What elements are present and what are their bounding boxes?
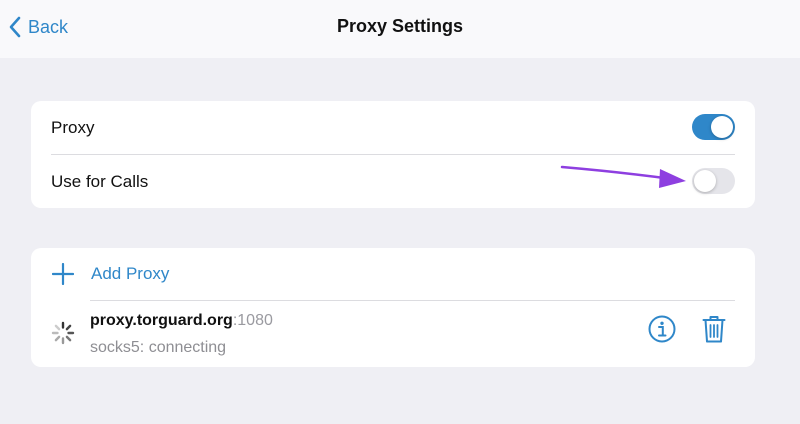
proxy-list-item[interactable]: proxy.torguard.org:1080 socks5: connecti… xyxy=(31,301,755,367)
add-proxy-label: Add Proxy xyxy=(91,264,170,283)
proxy-list-card: Add Proxy proxy.torguard.org:1080 socks5… xyxy=(31,248,755,367)
info-icon[interactable] xyxy=(648,315,676,348)
proxy-port: :1080 xyxy=(232,312,273,329)
proxy-server: proxy.torguard.org xyxy=(90,312,233,329)
plus-icon xyxy=(51,262,75,290)
proxy-row: Proxy xyxy=(31,101,755,154)
annotation-arrow-icon xyxy=(560,165,686,188)
toggle-knob xyxy=(711,116,733,138)
page-title: Proxy Settings xyxy=(336,16,464,36)
proxy-address: proxy.torguard.org:1080 xyxy=(90,312,273,330)
navigation-bar: Back Proxy Settings xyxy=(0,0,800,58)
proxy-status: socks5: connecting xyxy=(90,339,227,356)
use-for-calls-label: Use for Calls xyxy=(51,171,149,191)
proxy-settings-screen: Back Proxy Settings Proxy Use for Calls xyxy=(0,0,800,424)
spinner-icon xyxy=(51,321,75,350)
proxy-toggle[interactable] xyxy=(692,114,735,140)
proxy-label: Proxy xyxy=(51,117,95,137)
use-for-calls-toggle[interactable] xyxy=(692,168,735,194)
trash-icon[interactable] xyxy=(702,314,726,349)
proxy-settings-card: Proxy Use for Calls xyxy=(31,101,755,208)
toggle-knob xyxy=(694,170,716,192)
add-proxy-button[interactable]: Add Proxy xyxy=(31,248,755,300)
